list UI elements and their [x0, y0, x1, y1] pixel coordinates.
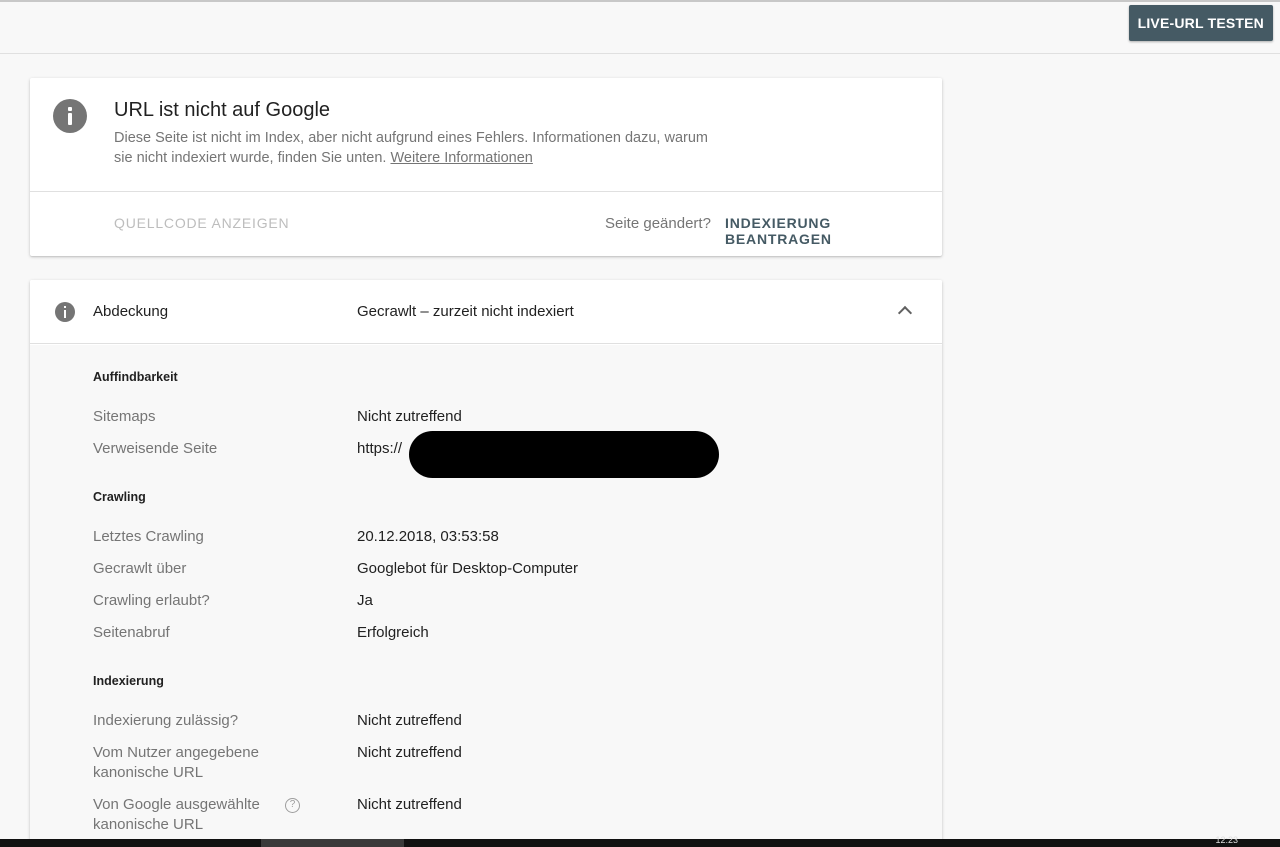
coverage-label: Abdeckung [93, 303, 169, 320]
detail-label: Gecrawlt über [93, 560, 187, 577]
detail-value: Erfolgreich [357, 624, 429, 641]
detail-value: 20.12.2018, 03:53:58 [357, 528, 499, 545]
page-changed-label: Seite geändert? [605, 215, 711, 232]
view-source-button[interactable]: QUELLCODE ANZEIGEN [114, 215, 289, 231]
detail-label: Indexierung zulässig? [93, 712, 239, 729]
detail-label: Von Google ausgewählte kanonische URL [93, 796, 260, 833]
status-description: Diese Seite ist nicht im Index, aber nic… [114, 128, 714, 168]
coverage-details: Auffindbarkeit Sitemaps Nicht zutreffend… [30, 345, 942, 847]
chevron-up-icon[interactable] [897, 305, 913, 321]
redaction-mark [409, 431, 719, 478]
info-icon [55, 302, 75, 322]
detail-label: Verweisende Seite [93, 440, 218, 457]
detail-label: Crawling erlaubt? [93, 592, 210, 609]
coverage-card: Abdeckung Gecrawlt – zurzeit nicht index… [30, 280, 942, 847]
detail-value: Nicht zutreffend [357, 712, 462, 729]
detail-value: Nicht zutreffend [357, 744, 462, 761]
more-info-link[interactable]: Weitere Informationen [390, 150, 532, 166]
section-title: Indexierung [93, 674, 164, 688]
detail-label: Seitenabruf [93, 624, 170, 641]
coverage-value: Gecrawlt – zurzeit nicht indexiert [357, 303, 574, 320]
detail-label: Letztes Crawling [93, 528, 204, 545]
detail-value: Nicht zutreffend [357, 408, 462, 425]
info-icon [53, 99, 87, 133]
taskbar-clock: 12:23 [1215, 835, 1238, 845]
detail-value: Ja [357, 592, 373, 609]
card-divider [30, 191, 942, 192]
help-icon[interactable]: ? [285, 798, 300, 813]
section-title: Crawling [93, 490, 146, 504]
status-title: URL ist nicht auf Google [114, 99, 331, 121]
taskbar-app-button[interactable] [261, 839, 404, 847]
os-taskbar: 12:23 [0, 835, 1280, 847]
detail-label: Sitemaps [93, 408, 156, 425]
test-live-url-button[interactable]: LIVE-URL TESTEN [1128, 5, 1273, 41]
referring-page-link[interactable]: https:// [357, 439, 402, 459]
request-indexing-button[interactable]: INDEXIERUNG BEANTRAGEN [725, 215, 942, 247]
section-title: Auffindbarkeit [93, 370, 178, 384]
detail-label: Vom Nutzer angegebene kanonische URL [93, 744, 259, 781]
url-status-card: URL ist nicht auf Google Diese Seite ist… [30, 78, 942, 256]
coverage-header[interactable]: Abdeckung Gecrawlt – zurzeit nicht index… [30, 280, 942, 344]
detail-value: Nicht zutreffend [357, 796, 462, 813]
top-bar: LIVE-URL TESTEN [0, 0, 1280, 54]
detail-value: Googlebot für Desktop-Computer [357, 560, 578, 577]
